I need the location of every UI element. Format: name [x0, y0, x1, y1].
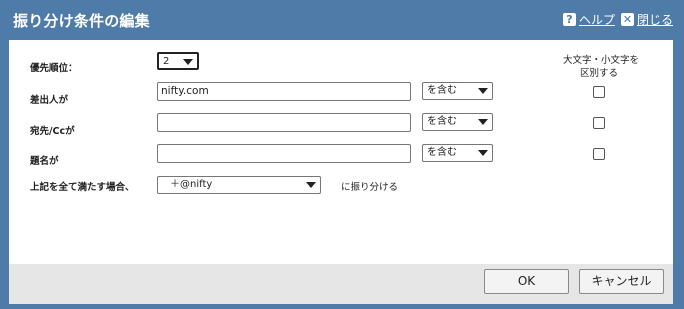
subject-operator-select[interactable]: を含む [422, 144, 493, 162]
to-cc-case-checkbox[interactable] [593, 117, 605, 129]
chevron-down-icon [306, 182, 316, 188]
case-note-line1: 大文字・小文字を [563, 55, 640, 66]
subject-operator-value: を含む [427, 147, 457, 158]
destination-suffix: に振り分ける [341, 182, 399, 193]
close-label: 閉じる [637, 13, 674, 27]
close-icon: ✕ [621, 13, 634, 26]
sender-case-checkbox[interactable] [593, 86, 605, 98]
cancel-button[interactable]: キャンセル [579, 269, 664, 294]
chevron-down-icon [478, 88, 488, 94]
filter-edit-dialog: 振り分け条件の編集 ? ヘルプ ✕ 閉じる 大文字・小文字を 区別する 優先順位… [0, 0, 684, 309]
dialog-footer: OK キャンセル [9, 264, 673, 304]
help-link[interactable]: ? ヘルプ [563, 11, 615, 28]
subject-input[interactable] [157, 144, 411, 163]
to-cc-operator-value: を含む [427, 116, 457, 127]
to-cc-input[interactable] [157, 113, 411, 132]
dialog-title: 振り分け条件の編集 [13, 12, 150, 30]
dialog-content: 大文字・小文字を 区別する 優先順位： 2 差出人が nifty.com を含む… [9, 40, 673, 264]
sender-operator-select[interactable]: を含む [422, 82, 493, 100]
chevron-down-icon [478, 119, 488, 125]
to-cc-label: 宛先/Ccが [30, 126, 75, 137]
to-cc-operator-select[interactable]: を含む [422, 113, 493, 131]
destination-folder-value: ＋@nifty [170, 179, 213, 190]
ok-button[interactable]: OK [484, 269, 569, 294]
subject-case-checkbox[interactable] [593, 148, 605, 160]
priority-select[interactable]: 2 [157, 52, 199, 70]
priority-value: 2 [163, 56, 170, 67]
close-link[interactable]: ✕ 閉じる [621, 11, 673, 28]
case-note-line2: 区別する [580, 68, 619, 79]
sender-label: 差出人が [30, 95, 69, 106]
help-label: ヘルプ [579, 13, 616, 27]
subject-label: 題名が [30, 156, 59, 167]
sender-input[interactable]: nifty.com [157, 82, 411, 101]
chevron-down-icon [478, 150, 488, 156]
destination-label: 上記を全て満たす場合、 [30, 182, 135, 193]
help-icon: ? [563, 13, 576, 26]
priority-label: 優先順位： [30, 63, 78, 74]
destination-folder-select[interactable]: ＋@nifty [157, 176, 321, 194]
sender-operator-value: を含む [427, 85, 457, 96]
chevron-down-icon [183, 59, 193, 65]
dialog-titlebar: 振り分け条件の編集 ? ヘルプ ✕ 閉じる [0, 0, 684, 40]
